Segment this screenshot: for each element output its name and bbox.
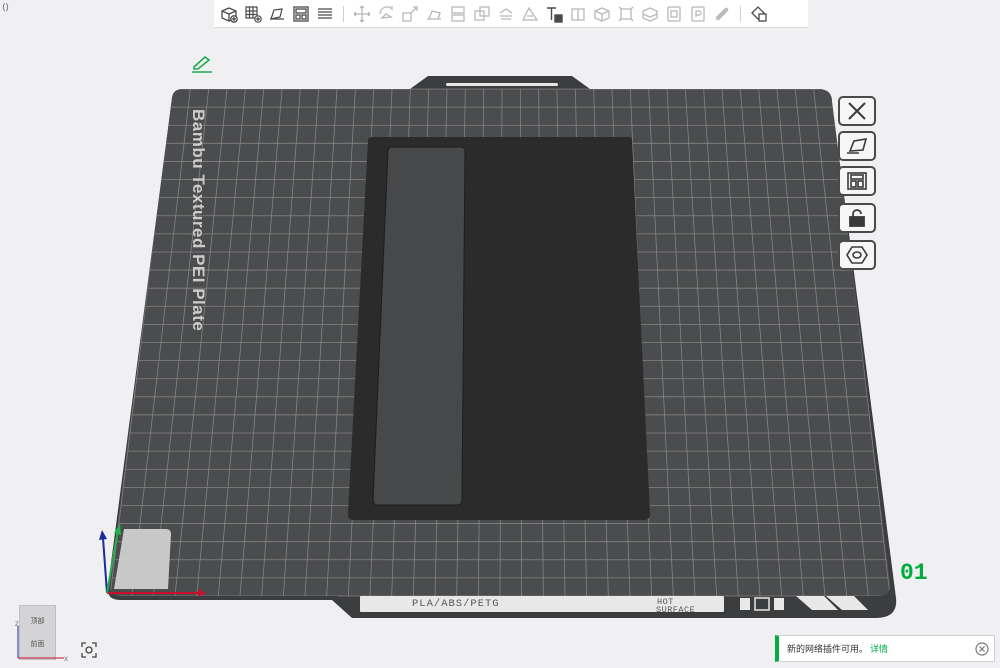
brim-ears-icon[interactable]	[711, 2, 734, 26]
boolean-icon[interactable]	[471, 2, 494, 26]
auto-plate-icon[interactable]	[838, 131, 876, 161]
view-cube-axes: X Z	[15, 622, 68, 662]
move-icon[interactable]	[351, 2, 374, 26]
close-icon[interactable]	[838, 96, 876, 126]
toolbar-separator	[343, 5, 344, 22]
cut-icon[interactable]	[447, 2, 470, 26]
split-objects-icon[interactable]	[567, 2, 590, 26]
text-icon[interactable]	[543, 2, 566, 26]
collapse-sidebar-icon[interactable]: ⟨⟩	[2, 2, 9, 13]
printed-object	[348, 137, 650, 520]
measure-icon[interactable]	[615, 2, 638, 26]
rotate-icon[interactable]	[375, 2, 398, 26]
color-paint-icon[interactable]	[687, 2, 710, 26]
paint-support-icon[interactable]	[495, 2, 518, 26]
scale-icon[interactable]	[399, 2, 422, 26]
settings-icon[interactable]	[748, 2, 771, 26]
main-toolbar	[214, 0, 808, 28]
hot-surface-warning: HOT SURFACE	[656, 598, 696, 615]
plate-number[interactable]: 01	[900, 560, 928, 586]
add-plate-icon[interactable]	[242, 2, 265, 26]
close-icon[interactable]	[975, 642, 989, 656]
plate-list-icon[interactable]	[314, 2, 337, 26]
svg-text:X: X	[64, 657, 68, 662]
arrange-plate-icon[interactable]	[838, 166, 876, 196]
bed-handle	[446, 83, 558, 86]
variable-layer-icon[interactable]	[663, 2, 686, 26]
lock-icon[interactable]	[838, 203, 876, 233]
split-parts-icon[interactable]	[591, 2, 614, 26]
plate-settings-icon[interactable]	[838, 240, 876, 270]
orient-icon[interactable]	[266, 2, 289, 26]
corner-marker	[114, 529, 171, 589]
lay-on-face-icon[interactable]	[423, 2, 446, 26]
svg-text:Z: Z	[15, 622, 19, 628]
assembly-icon[interactable]	[639, 2, 662, 26]
zoom-to-fit-icon[interactable]	[80, 641, 98, 659]
edit-plate-name-icon[interactable]	[190, 54, 216, 74]
toolbar-separator	[740, 5, 741, 22]
notification-toast: 新的网络插件可用。 详情	[775, 635, 995, 662]
hot-surface-line2: SURFACE	[656, 605, 696, 615]
notification-details-link[interactable]: 详情	[870, 642, 888, 655]
notification-message: 新的网络插件可用。	[787, 644, 869, 654]
add-object-icon[interactable]	[218, 2, 241, 26]
bed-type-label: Bambu Textured PEI Plate	[189, 109, 208, 332]
arrange-icon[interactable]	[290, 2, 313, 26]
material-compatibility: PLA/ABS/PETG	[412, 598, 500, 610]
seam-paint-icon[interactable]	[519, 2, 542, 26]
